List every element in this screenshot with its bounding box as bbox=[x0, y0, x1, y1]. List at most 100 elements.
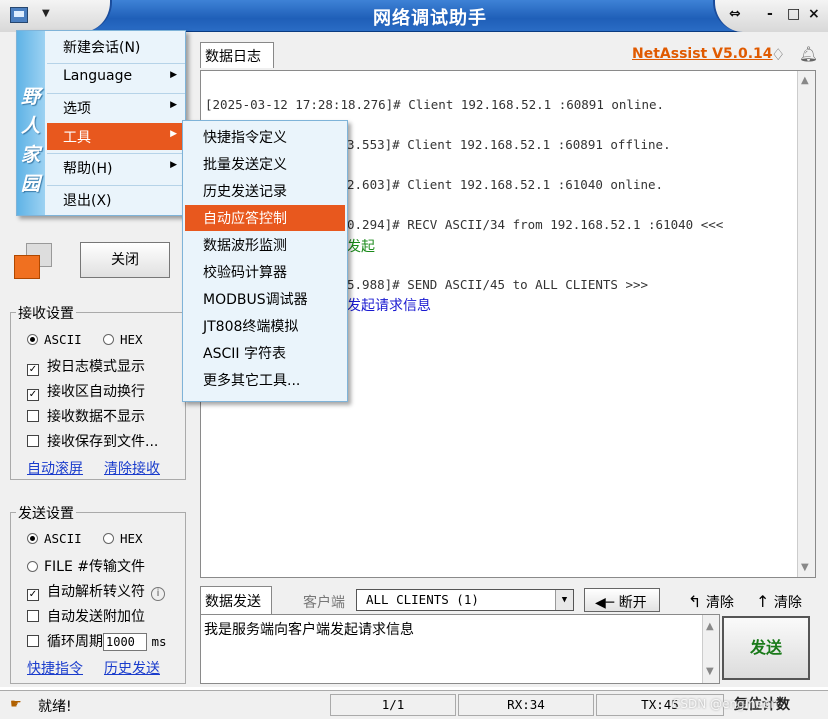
clear-send-label: 清除 bbox=[773, 595, 802, 611]
chevron-down-icon[interactable]: ▼ bbox=[555, 590, 573, 610]
menu-item-label: 新建会话(N) bbox=[63, 40, 141, 56]
scroll-down-icon[interactable]: ▼ bbox=[801, 562, 809, 573]
info-icon[interactable]: i bbox=[151, 587, 165, 601]
tool-jt808[interactable]: JT808终端模拟 bbox=[185, 313, 345, 339]
send-hex-radio[interactable]: HEX bbox=[103, 531, 143, 546]
send-scrollbar[interactable]: ▲ ▼ bbox=[702, 615, 719, 683]
diamond-icon[interactable]: ♢ bbox=[771, 45, 789, 64]
recv-ascii-radio[interactable]: ASCII bbox=[27, 332, 82, 347]
client-select[interactable]: ALL CLIENTS (1) ▼ bbox=[356, 589, 574, 611]
tool-auto-reply[interactable]: 自动应答控制 bbox=[185, 205, 345, 231]
menu-item-help[interactable]: 帮助(H) ▶ bbox=[47, 153, 185, 180]
disconnect-button[interactable]: ◀─ 断开 bbox=[584, 588, 660, 612]
cycle-label: 循环周期 bbox=[47, 634, 103, 650]
up-arrow-icon: ↑ bbox=[756, 592, 770, 611]
menu-item-label: 帮助(H) bbox=[63, 161, 113, 177]
menu-item-new-session[interactable]: 新建会话(N) bbox=[47, 33, 185, 60]
maximize-button[interactable]: □ bbox=[787, 6, 800, 22]
app-icon[interactable] bbox=[10, 7, 28, 23]
tool-ascii-table[interactable]: ASCII 字符表 bbox=[185, 340, 345, 366]
pin-icon[interactable]: ⇔ bbox=[729, 6, 741, 22]
tool-send-history[interactable]: 历史发送记录 bbox=[185, 178, 345, 204]
scroll-up-icon[interactable]: ▲ bbox=[706, 621, 714, 632]
submenu-arrow-icon: ▶ bbox=[170, 70, 177, 80]
system-menu-tab[interactable]: ▼ bbox=[0, 0, 112, 32]
shortcut-link[interactable]: 快捷指令 bbox=[27, 658, 83, 678]
tab-data-send[interactable]: 数据发送 bbox=[200, 586, 272, 614]
send-button[interactable]: 发送 bbox=[722, 616, 810, 680]
page-indicator: 1/1 bbox=[330, 694, 456, 716]
radio-icon bbox=[103, 334, 114, 345]
auto-scroll-link[interactable]: 自动滚屏 bbox=[27, 458, 83, 478]
recv-hex-radio[interactable]: HEX bbox=[103, 332, 143, 347]
menu-side-stripe: 野人家园 bbox=[17, 31, 45, 215]
tool-batch-send[interactable]: 批量发送定义 bbox=[185, 151, 345, 177]
cycle-period-input[interactable]: 1000 bbox=[103, 633, 147, 651]
checkbox-icon bbox=[27, 635, 39, 647]
submenu-arrow-icon: ▶ bbox=[170, 129, 177, 139]
recv-settings-title: 接收设置 bbox=[16, 303, 76, 323]
scroll-up-icon[interactable]: ▲ bbox=[801, 75, 809, 86]
log-scrollbar[interactable]: ▲ ▼ bbox=[797, 71, 815, 577]
send-hex-label: HEX bbox=[120, 531, 143, 546]
tool-modbus[interactable]: MODBUS调试器 bbox=[185, 286, 345, 312]
rx-counter: RX:34 bbox=[458, 694, 594, 716]
recv-hex-label: HEX bbox=[120, 332, 143, 347]
clear-log-button[interactable]: ↰ 清除 bbox=[688, 592, 734, 612]
submenu-arrow-icon: ▶ bbox=[170, 160, 177, 170]
menu-item-language[interactable]: Language ▶ bbox=[47, 63, 185, 90]
auto-wrap-checkbox[interactable]: ✓ 接收区自动换行 bbox=[27, 381, 145, 401]
log-line: 5.988]# SEND ASCII/45 to ALL CLIENTS >>> bbox=[347, 277, 649, 292]
client-select-value: ALL CLIENTS (1) bbox=[366, 592, 479, 607]
log-mode-checkbox[interactable]: ✓ 按日志模式显示 bbox=[27, 356, 145, 376]
tool-shortcut-define[interactable]: 快捷指令定义 bbox=[185, 124, 345, 150]
cycle-checkbox[interactable]: 循环周期 1000 ms bbox=[27, 631, 167, 651]
return-arrow-icon: ↰ bbox=[688, 592, 702, 611]
send-settings-title: 发送设置 bbox=[16, 503, 76, 523]
menu-item-exit[interactable]: 退出(X) bbox=[47, 185, 185, 212]
checkbox-checked-icon: ✓ bbox=[27, 389, 39, 401]
send-ascii-label: ASCII bbox=[44, 531, 82, 546]
tools-submenu: 快捷指令定义 批量发送定义 历史发送记录 自动应答控制 数据波形监测 校验码计算… bbox=[182, 120, 348, 402]
menu-caret-icon[interactable]: ▼ bbox=[42, 8, 50, 19]
send-file-radio[interactable]: FILE #传输文件 bbox=[27, 556, 145, 576]
log-line: 0.294]# RECV ASCII/34 from 192.168.52.1 … bbox=[347, 217, 724, 232]
client-label: 客户端 bbox=[303, 595, 345, 611]
menu-item-options[interactable]: 选项 ▶ bbox=[47, 93, 185, 120]
minimize-button[interactable]: - bbox=[767, 6, 773, 22]
cycle-unit: ms bbox=[151, 634, 167, 649]
clear-recv-link[interactable]: 清除接收 bbox=[104, 458, 160, 478]
close-connection-button[interactable]: 关闭 bbox=[80, 242, 170, 278]
auto-append-checkbox[interactable]: 自动发送附加位 bbox=[27, 606, 145, 626]
save-to-file-checkbox[interactable]: 接收保存到文件... bbox=[27, 431, 158, 451]
menu-item-label: Language bbox=[63, 68, 133, 84]
radio-icon bbox=[27, 561, 38, 572]
recv-ascii-label: ASCII bbox=[44, 332, 82, 347]
connection-icon bbox=[14, 243, 54, 281]
version-link[interactable]: NetAssist V5.0.14 bbox=[632, 46, 773, 62]
radio-checked-icon bbox=[27, 533, 38, 544]
watermark: CSDN @engineer bbox=[672, 697, 776, 711]
send-textarea[interactable]: 我是服务端向客户端发起请求信息 bbox=[200, 614, 720, 684]
tool-more[interactable]: 更多其它工具... bbox=[185, 367, 345, 393]
menu-stripe-text: 野人家园 bbox=[21, 86, 41, 195]
arrow-left-icon: ◀─ bbox=[595, 595, 615, 611]
send-toolbar: 数据发送 客户端 ALL CLIENTS (1) ▼ ◀─ 断开 ↰ 清除 ↑ … bbox=[200, 586, 816, 614]
menu-item-tools[interactable]: 工具 ▶ bbox=[47, 123, 185, 150]
hide-recv-checkbox[interactable]: 接收数据不显示 bbox=[27, 406, 145, 426]
history-link[interactable]: 历史发送 bbox=[104, 658, 160, 678]
scroll-down-icon[interactable]: ▼ bbox=[706, 666, 714, 677]
bell-icon[interactable]: 🔔︎ bbox=[799, 45, 818, 63]
tool-waveform[interactable]: 数据波形监测 bbox=[185, 232, 345, 258]
auto-parse-checkbox[interactable]: ✓ 自动解析转义符 i bbox=[27, 581, 165, 601]
tab-data-log[interactable]: 数据日志 bbox=[200, 42, 274, 68]
clear-send-button[interactable]: ↑ 清除 bbox=[756, 592, 802, 612]
checkbox-checked-icon: ✓ bbox=[27, 364, 39, 376]
send-ascii-radio[interactable]: ASCII bbox=[27, 531, 82, 546]
title-bar: ▼ 网络调试助手 ⇔ - □ × bbox=[0, 0, 828, 32]
close-window-button[interactable]: × bbox=[808, 6, 820, 22]
radio-icon bbox=[103, 533, 114, 544]
main-menu: 野人家园 新建会话(N) Language ▶ 选项 ▶ 工具 ▶ 帮助(H) ▶ 退出… bbox=[16, 30, 186, 216]
send-message: 发起请求信息 bbox=[347, 298, 431, 314]
tool-checksum[interactable]: 校验码计算器 bbox=[185, 259, 345, 285]
